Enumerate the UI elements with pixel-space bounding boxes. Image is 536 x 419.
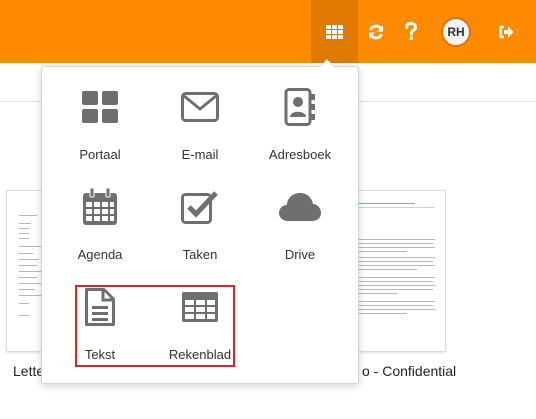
document-caption: Lette	[13, 363, 45, 379]
app-label: Taken	[182, 247, 218, 262]
app-label: E-mail	[181, 147, 219, 162]
app-label: Portaal	[79, 147, 121, 162]
help-icon	[405, 22, 418, 40]
app-label: Agenda	[77, 247, 123, 262]
app-adresboek[interactable]: Adresboek	[250, 67, 350, 162]
cloud-icon	[279, 193, 321, 221]
tasks-icon	[181, 191, 218, 224]
app-label: Adresboek	[268, 147, 332, 162]
app-taken[interactable]: Taken	[150, 167, 250, 262]
refresh-button[interactable]	[360, 0, 392, 63]
grid-icon	[326, 24, 343, 39]
top-bar: RH	[0, 0, 536, 63]
highlight-box	[75, 285, 235, 367]
mail-icon	[181, 92, 219, 122]
help-button[interactable]	[395, 0, 427, 63]
document-caption: o - Confidential	[362, 363, 457, 379]
user-avatar[interactable]: RH	[441, 17, 471, 47]
logout-button[interactable]	[490, 0, 522, 63]
address-book-icon	[284, 88, 315, 126]
app-drive[interactable]: Drive	[250, 167, 350, 262]
app-label: Drive	[284, 247, 316, 262]
apps-menu-button[interactable]	[311, 0, 358, 63]
refresh-icon	[369, 24, 383, 39]
app-portaal[interactable]: Portaal	[50, 67, 150, 162]
portal-icon	[82, 91, 118, 123]
logout-icon	[499, 25, 514, 38]
app-agenda[interactable]: Agenda	[50, 167, 150, 262]
calendar-icon	[83, 188, 117, 225]
app-email[interactable]: E-mail	[150, 67, 250, 162]
